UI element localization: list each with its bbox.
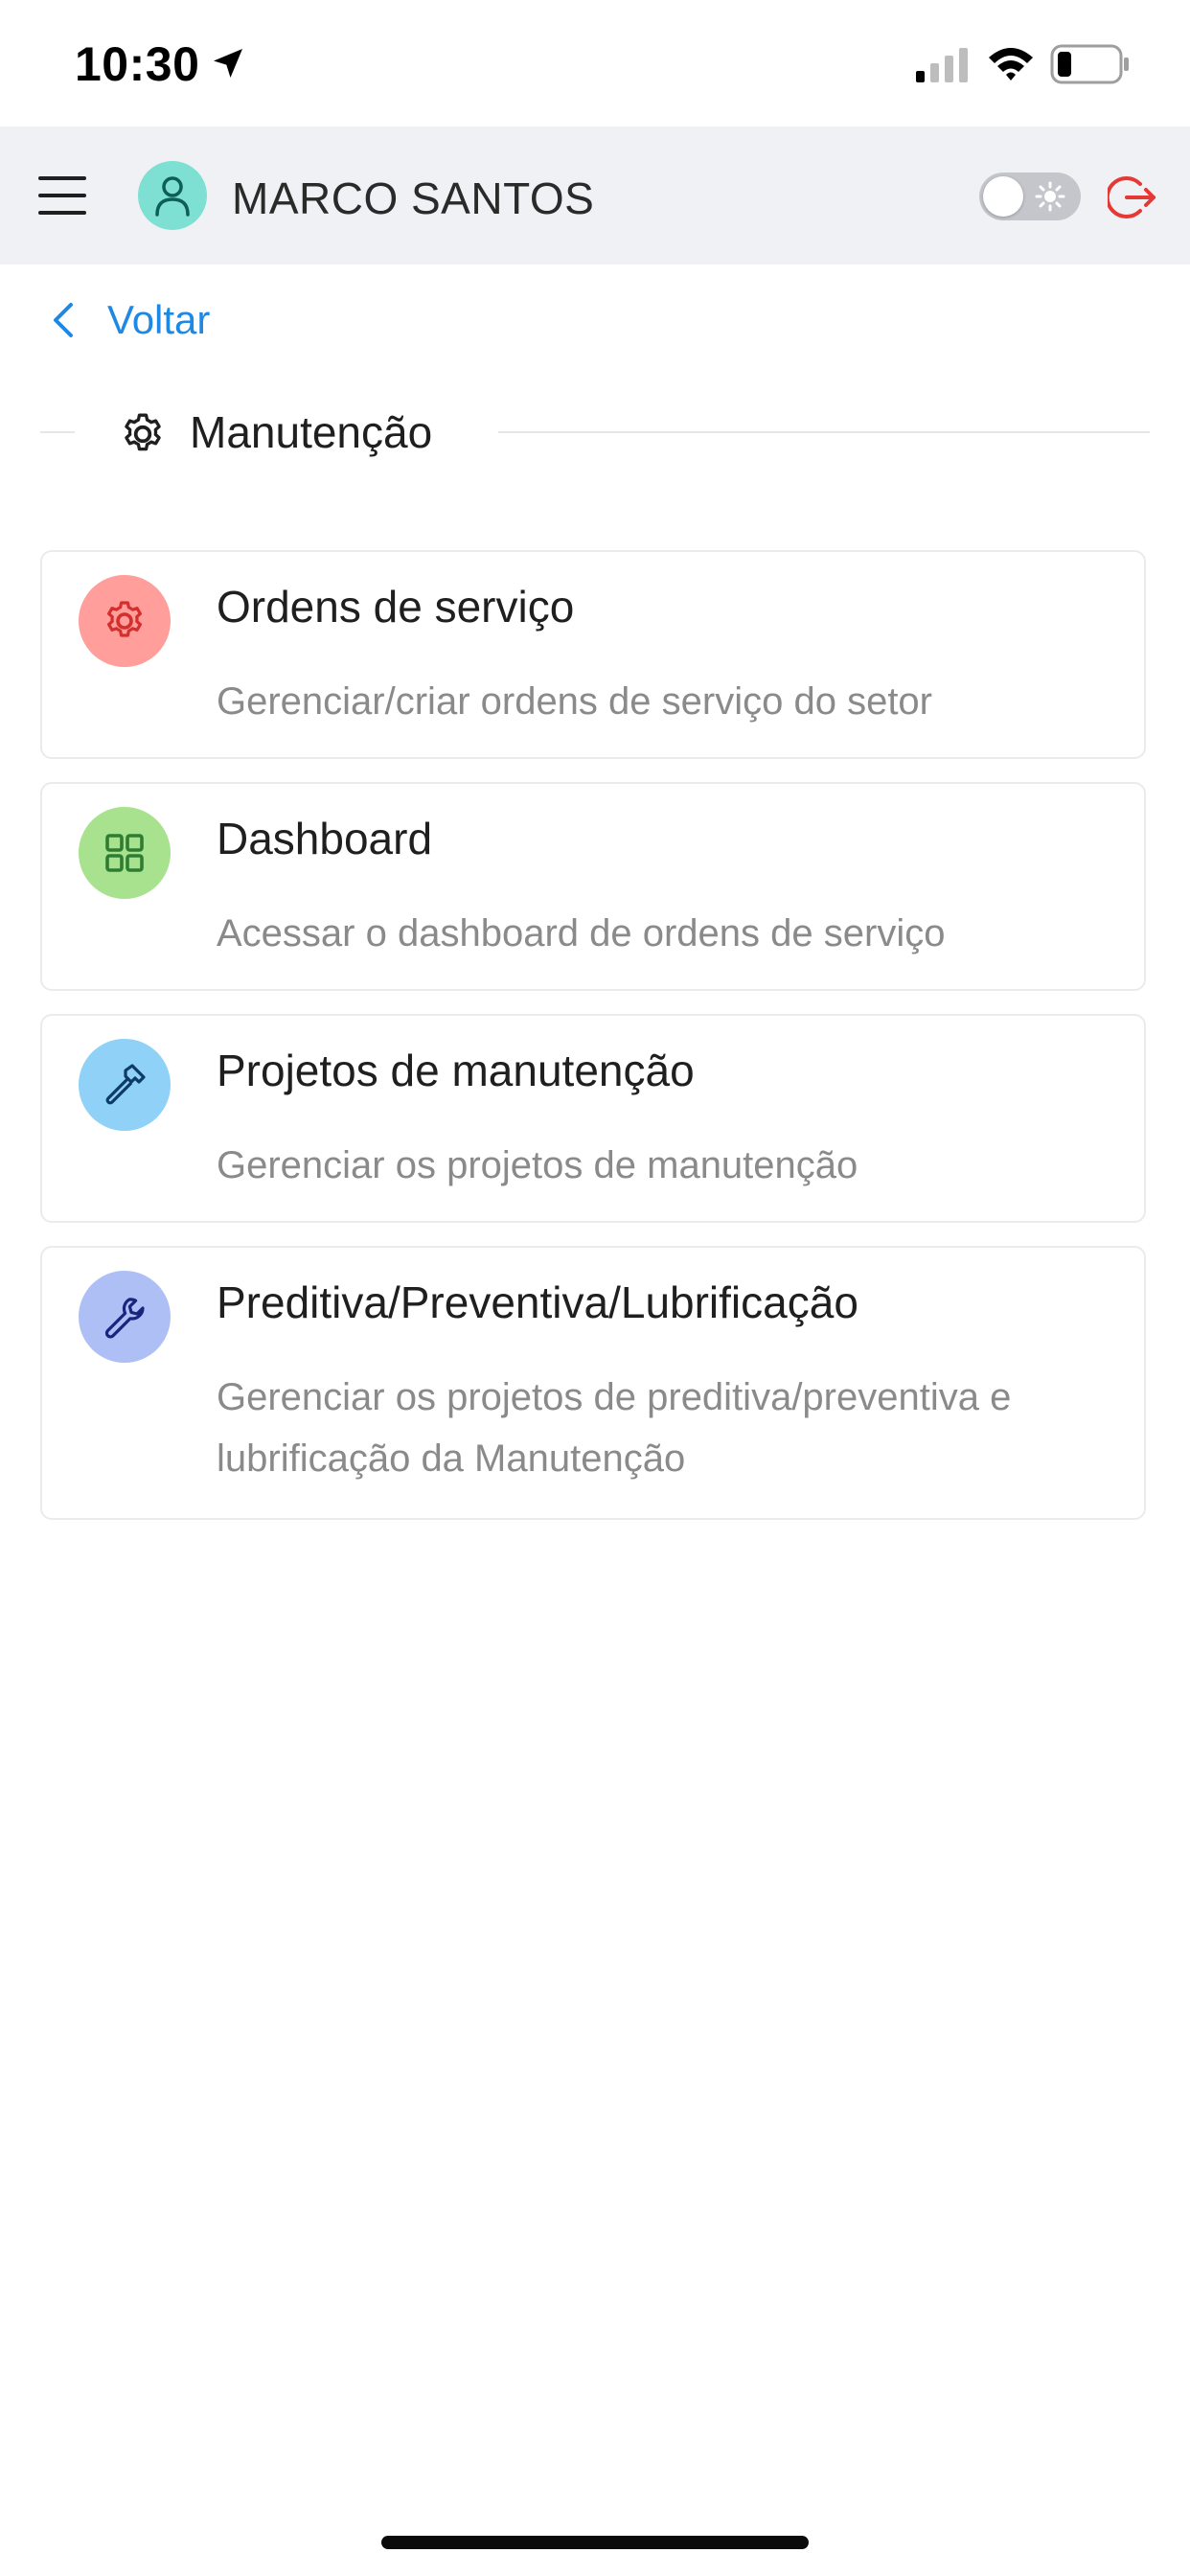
- card-icon-badge: [79, 575, 171, 667]
- home-indicator: [381, 2536, 809, 2549]
- location-arrow-icon: [214, 49, 242, 78]
- user-icon: [155, 176, 190, 217]
- status-time: 10:30: [75, 37, 200, 91]
- chevron-left-icon: [54, 303, 73, 337]
- app-header: MARCO SANTOS: [0, 126, 1190, 264]
- wifi-icon: [989, 48, 1033, 80]
- card-description: Gerenciar os projetos de preditiva/preve…: [217, 1376, 1012, 1480]
- card-icon-badge: [79, 1271, 171, 1363]
- card-description: Gerenciar/criar ordens de serviço do set…: [217, 680, 932, 723]
- card-title: Preditiva/Preventiva/Lubrificação: [217, 1277, 858, 1327]
- toggle-knob: [983, 176, 1023, 217]
- gear-icon: [125, 413, 161, 451]
- sun-icon: [1035, 181, 1065, 212]
- card-preditiva-preventiva-lubrificacao[interactable]: Preditiva/Preventiva/Lubrificação Gerenc…: [40, 1246, 1146, 1520]
- battery-icon: [1050, 44, 1129, 84]
- gear-icon: [107, 601, 142, 637]
- section-divider: Manutenção: [40, 393, 1150, 470]
- divider-line: [40, 431, 75, 433]
- theme-toggle[interactable]: [979, 172, 1081, 220]
- card-dashboard[interactable]: Dashboard Acessar o dashboard de ordens …: [40, 782, 1146, 991]
- grid-icon: [105, 834, 144, 872]
- card-icon-badge: [79, 1039, 171, 1131]
- hamburger-menu-icon[interactable]: [38, 172, 94, 218]
- status-bar: 10:30: [0, 0, 1190, 126]
- card-ordens-de-servico[interactable]: Ordens de serviço Gerenciar/criar ordens…: [40, 550, 1146, 759]
- cellular-signal-icon: [916, 48, 968, 82]
- wrench-icon: [104, 1298, 145, 1339]
- card-title: Ordens de serviço: [217, 582, 575, 632]
- back-label: Voltar: [107, 297, 211, 342]
- card-description: Gerenciar os projetos de manutenção: [217, 1144, 858, 1186]
- back-link[interactable]: Voltar: [46, 293, 210, 347]
- avatar[interactable]: [138, 161, 207, 230]
- card-description: Acessar o dashboard de ordens de serviço: [217, 912, 946, 954]
- card-icon-badge: [79, 807, 171, 899]
- card-projetos-de-manutencao[interactable]: Projetos de manutenção Gerenciar os proj…: [40, 1014, 1146, 1223]
- logout-icon[interactable]: [1108, 172, 1157, 222]
- divider-line: [498, 431, 1150, 433]
- card-title: Dashboard: [217, 814, 433, 863]
- user-name: MARCO SANTOS: [232, 173, 595, 223]
- card-title: Projetos de manutenção: [217, 1046, 695, 1095]
- hammer-icon: [105, 1064, 146, 1105]
- section-title: Manutenção: [190, 407, 433, 457]
